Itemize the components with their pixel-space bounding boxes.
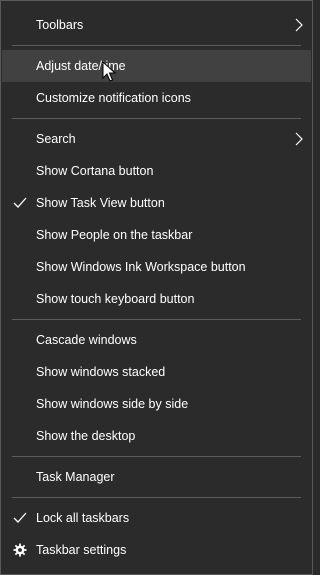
menu-item-customize-notification-icons[interactable]: Customize notification icons	[2, 82, 311, 114]
menu-item-task-manager[interactable]: Task Manager	[2, 461, 311, 493]
menu-separator	[12, 456, 301, 457]
menu-item-show-task-view-button[interactable]: Show Task View button	[2, 187, 311, 219]
menu-item-show-windows-stacked[interactable]: Show windows stacked	[2, 356, 311, 388]
menu-item-label: Adjust date/time	[36, 59, 126, 73]
menu-item-label: Show touch keyboard button	[36, 292, 195, 306]
menu-item-label: Lock all taskbars	[36, 511, 130, 525]
menu-item-label: Show windows stacked	[36, 365, 166, 379]
menu-item-label: Cascade windows	[36, 333, 137, 347]
chevron-right-icon	[293, 123, 305, 155]
menu-item-toolbars[interactable]: Toolbars	[2, 9, 311, 41]
checkmark-icon	[12, 187, 28, 219]
menu-item-label: Toolbars	[36, 18, 84, 32]
checkmark-icon	[12, 502, 28, 534]
menu-item-label: Customize notification icons	[36, 91, 191, 105]
menu-item-search[interactable]: Search	[2, 123, 311, 155]
menu-separator	[12, 319, 301, 320]
menu-item-adjust-date-time[interactable]: Adjust date/time	[2, 50, 311, 82]
menu-item-label: Show People on the taskbar	[36, 228, 193, 242]
menu-item-show-cortana-button[interactable]: Show Cortana button	[2, 155, 311, 187]
menu-item-label: Show Windows Ink Workspace button	[36, 260, 246, 274]
menu-item-show-the-desktop[interactable]: Show the desktop	[2, 420, 311, 452]
gear-icon	[12, 534, 28, 566]
menu-item-cascade-windows[interactable]: Cascade windows	[2, 324, 311, 356]
menu-item-show-windows-ink-workspace-button[interactable]: Show Windows Ink Workspace button	[2, 251, 311, 283]
menu-item-label: Search	[36, 132, 76, 146]
taskbar-context-menu: Toolbars Adjust date/time Customize noti…	[0, 0, 313, 575]
menu-item-taskbar-settings[interactable]: Taskbar settings	[2, 534, 311, 566]
menu-separator	[12, 497, 301, 498]
menu-item-label: Show the desktop	[36, 429, 136, 443]
menu-item-label: Taskbar settings	[36, 543, 127, 557]
menu-item-label: Show windows side by side	[36, 397, 189, 411]
chevron-right-icon	[293, 9, 305, 41]
menu-separator	[12, 45, 301, 46]
menu-item-show-people-on-taskbar[interactable]: Show People on the taskbar	[2, 219, 311, 251]
menu-item-show-windows-side-by-side[interactable]: Show windows side by side	[2, 388, 311, 420]
menu-item-label: Task Manager	[36, 470, 115, 484]
menu-item-label: Show Cortana button	[36, 164, 154, 178]
menu-item-label: Show Task View button	[36, 196, 165, 210]
menu-item-show-touch-keyboard-button[interactable]: Show touch keyboard button	[2, 283, 311, 315]
menu-item-lock-all-taskbars[interactable]: Lock all taskbars	[2, 502, 311, 534]
menu-separator	[12, 118, 301, 119]
